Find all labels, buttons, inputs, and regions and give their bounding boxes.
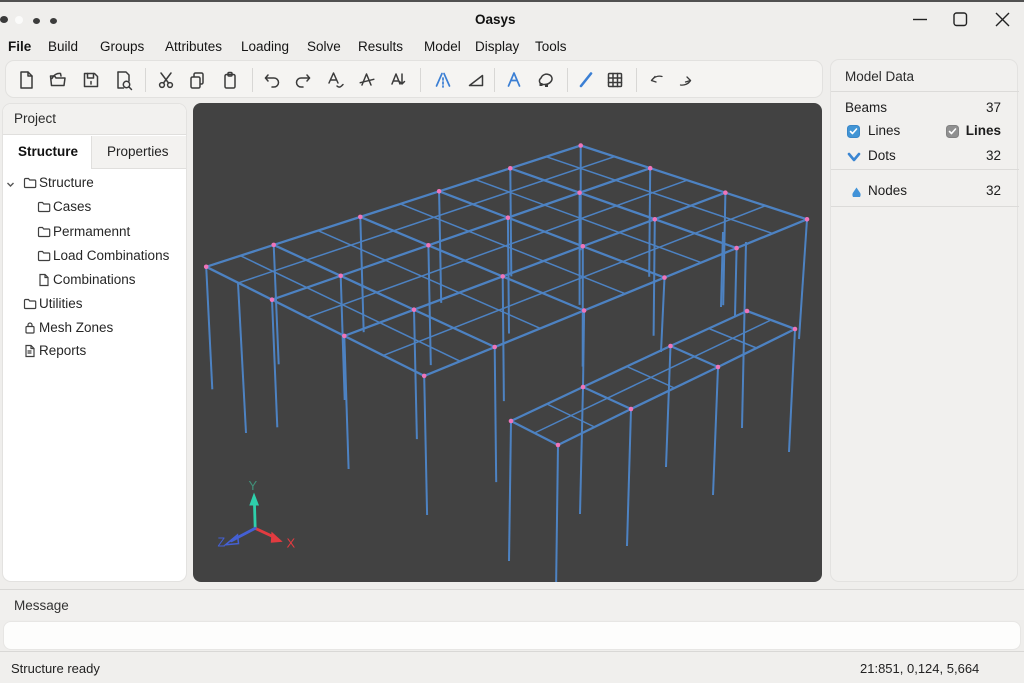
svg-text:Y: Y xyxy=(249,478,258,493)
svg-text:Z: Z xyxy=(218,536,226,550)
svg-text:X: X xyxy=(287,536,296,551)
